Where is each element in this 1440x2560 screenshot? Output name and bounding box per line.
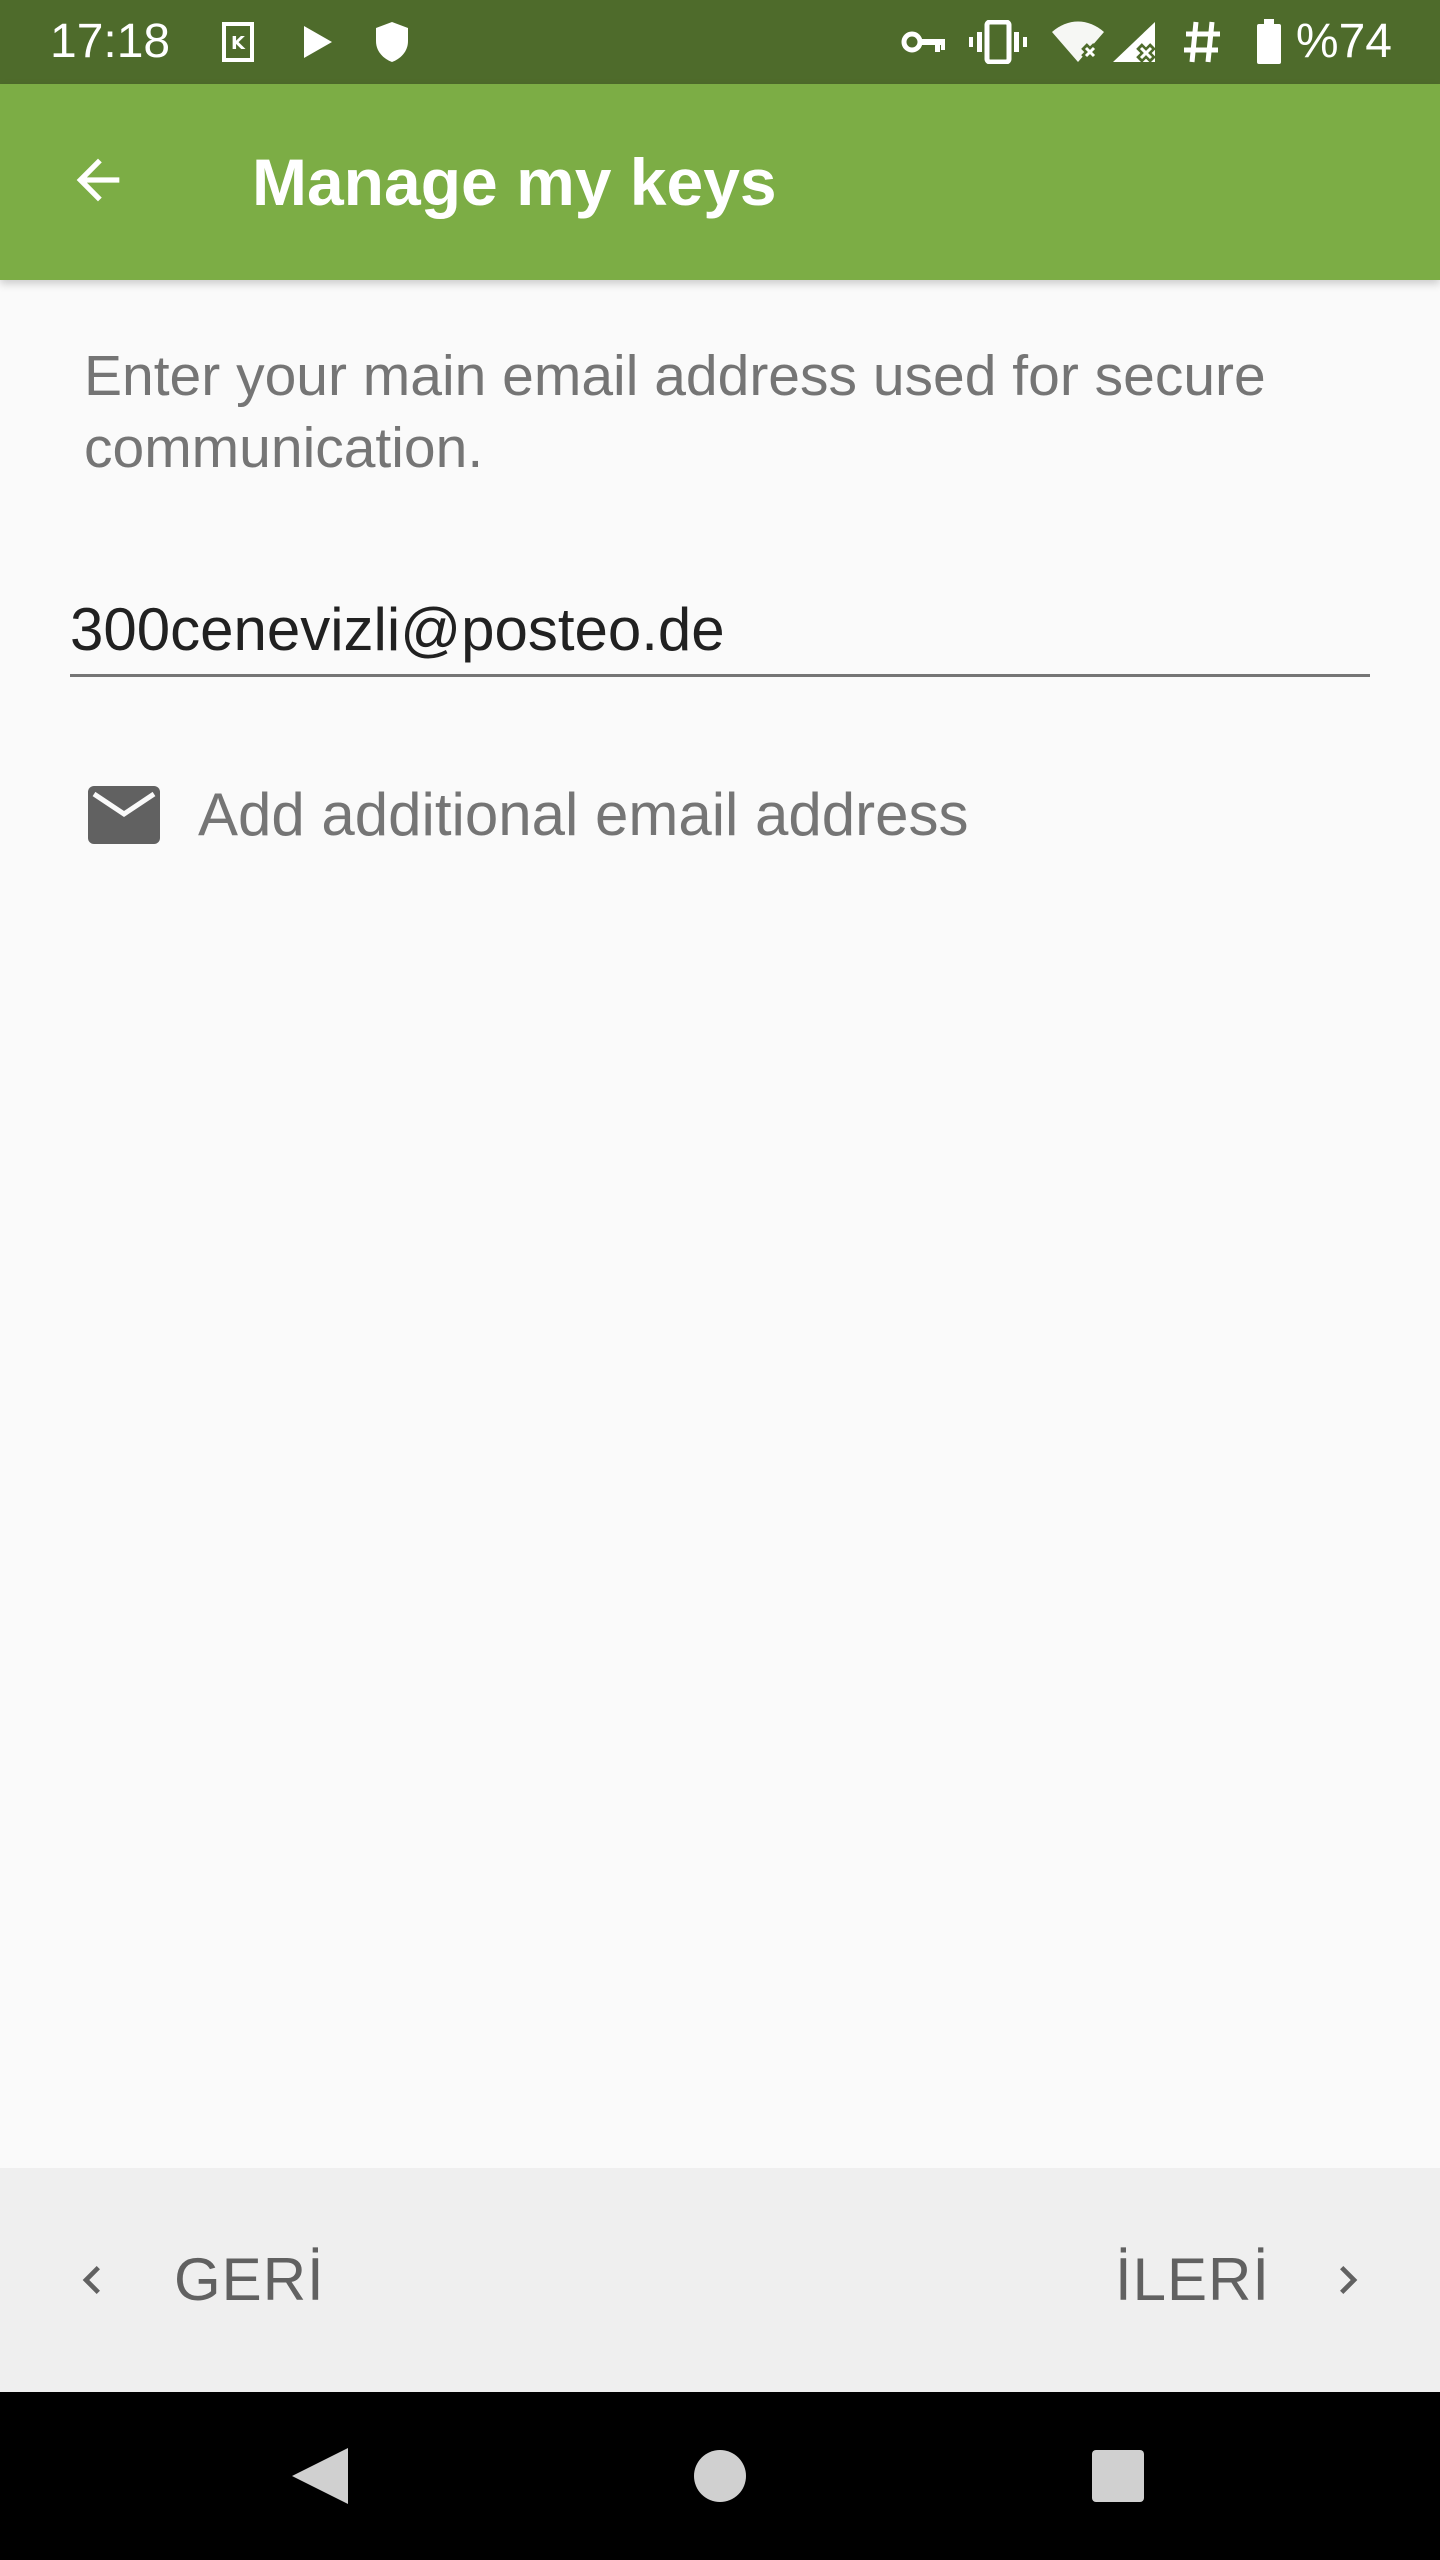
nav-home-icon[interactable] (680, 2436, 760, 2516)
next-step-button[interactable]: İLERİ (1115, 2216, 1380, 2344)
chevron-right-icon (1316, 2248, 1380, 2312)
bottom-button-bar: GERİ İLERİ (0, 2168, 1440, 2392)
nav-back-icon[interactable] (280, 2436, 360, 2516)
vibrate-icon (968, 18, 1028, 66)
k-notification-icon: K (218, 18, 258, 66)
mail-icon (84, 783, 164, 847)
system-nav-bar (0, 2392, 1440, 2560)
battery-icon (1254, 18, 1284, 66)
status-bar: 17:18 K %74 (0, 0, 1440, 84)
add-email-label: Add additional email address (198, 781, 969, 848)
back-step-button[interactable]: GERİ (60, 2216, 325, 2344)
hash-icon (1180, 18, 1224, 66)
chevron-left-icon (60, 2248, 124, 2312)
wifi-off-icon (1050, 18, 1106, 66)
shield-icon (372, 18, 412, 66)
signal-off-icon (1110, 18, 1158, 66)
email-field[interactable] (70, 584, 1370, 677)
play-icon (300, 18, 336, 66)
back-step-label: GERİ (174, 2246, 325, 2313)
vpn-key-icon (900, 18, 948, 66)
page-title: Manage my keys (252, 145, 777, 219)
status-time: 17:18 (50, 15, 171, 68)
svg-text:K: K (231, 33, 246, 54)
arrow-back-icon (66, 148, 130, 217)
next-step-label: İLERİ (1114, 2246, 1270, 2313)
app-bar: Manage my keys (0, 84, 1440, 280)
back-button[interactable] (44, 128, 152, 236)
nav-recents-icon[interactable] (1078, 2436, 1158, 2516)
instruction-text: Enter your main email address used for s… (84, 344, 1266, 480)
battery-percentage: %74 (1295, 15, 1392, 68)
add-email-button[interactable]: Add additional email address (84, 760, 968, 870)
